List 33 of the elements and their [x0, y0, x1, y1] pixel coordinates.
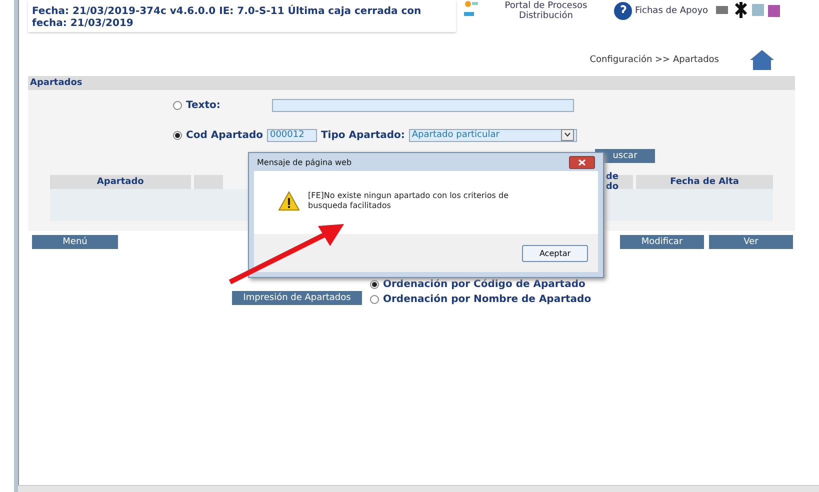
column-header: [194, 175, 223, 189]
dialog-title: Mensaje de página web: [257, 158, 352, 166]
portal-link[interactable]: Portal de Procesos Distribución: [486, 1, 606, 21]
menu-button[interactable]: Menú: [32, 235, 118, 249]
warning-icon: [278, 191, 300, 211]
print-button[interactable]: Impresión de Apartados: [232, 291, 362, 305]
dialog-message: [FE]No existe ningun apartado con los criterios de busqueda facilitados: [308, 191, 510, 211]
radio-button[interactable]: [173, 130, 182, 140]
close-button[interactable]: [569, 156, 595, 168]
radio-label: Ordenación por Código de Apartado: [383, 279, 586, 290]
text-field[interactable]: [272, 98, 574, 112]
radio-label: Cod Apartado: [186, 130, 263, 140]
radio-label: Ordenación por Nombre de Apartado: [383, 294, 592, 305]
column-header: Fecha de Alta: [636, 175, 773, 189]
home-icon[interactable]: [749, 49, 775, 71]
panel-title: Apartados: [28, 76, 795, 90]
action-button[interactable]: Modificar: [620, 235, 704, 249]
radio-button[interactable]: [173, 100, 182, 110]
help-icon[interactable]: [614, 2, 632, 20]
breadcrumb: Configuración >> Apartados: [590, 55, 719, 65]
action-button[interactable]: Ver: [709, 235, 793, 249]
code-field[interactable]: 000012: [266, 128, 317, 142]
accept-button[interactable]: Aceptar: [522, 244, 588, 262]
radio-label: Texto:: [186, 100, 222, 110]
close-icon[interactable]: [578, 158, 586, 166]
version-info: Fecha: 21/03/2019-374c v4.6.0.0 IE: 7.0-S-11 Última caja cerrada con fecha: 21/03/2019: [28, 0, 456, 32]
type-label: Tipo Apartado:: [320, 130, 405, 140]
radio-button[interactable]: [370, 280, 379, 289]
type-select[interactable]: Apartado particular: [408, 128, 577, 142]
dropdown-caret-icon[interactable]: [560, 129, 574, 141]
help-link[interactable]: Fichas de Apoyo: [635, 6, 708, 16]
radio-button[interactable]: [370, 295, 379, 304]
column-header: Apartado: [50, 175, 191, 189]
